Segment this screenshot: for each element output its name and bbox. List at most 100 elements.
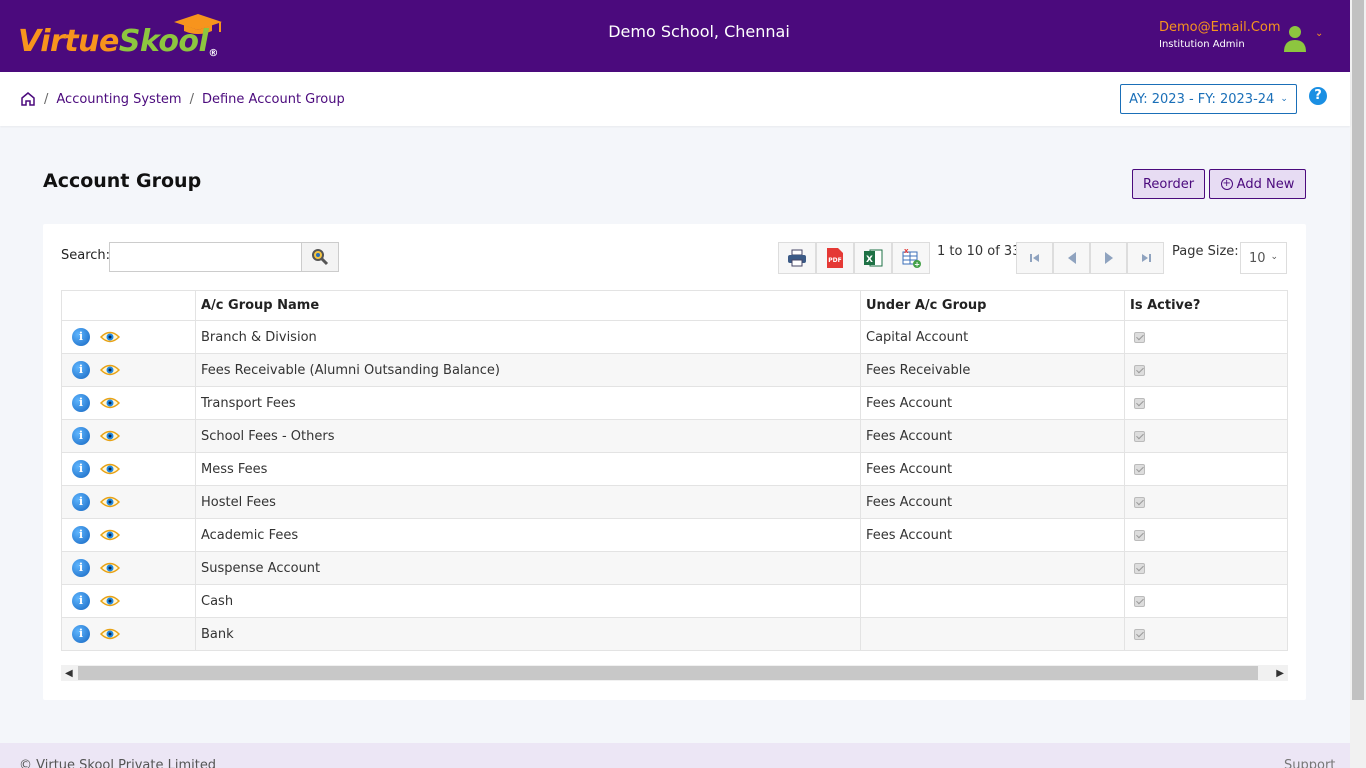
row-actions: i	[61, 353, 196, 387]
under-group-cell	[860, 551, 1125, 585]
previous-page-button[interactable]	[1053, 242, 1090, 274]
info-icon[interactable]: i	[72, 559, 90, 577]
pdf-icon: PDF	[827, 248, 843, 268]
user-role: Institution Admin	[1159, 39, 1245, 50]
column-header-under-group[interactable]: Under A/c Group	[860, 290, 1125, 321]
is-active-checkbox	[1134, 562, 1145, 574]
eye-icon[interactable]	[100, 330, 120, 344]
next-page-button[interactable]	[1090, 242, 1127, 274]
is-active-cell	[1124, 584, 1288, 618]
support-link[interactable]: Support	[1284, 758, 1335, 768]
is-active-cell	[1124, 452, 1288, 486]
scrollbar-thumb[interactable]	[78, 666, 1258, 680]
academic-year-dropdown[interactable]: AY: 2023 - FY: 2023-24 ⌄	[1120, 84, 1297, 114]
page-title: Account Group	[43, 170, 202, 192]
column-header-group-name[interactable]: A/c Group Name	[195, 290, 861, 321]
info-icon[interactable]: i	[72, 493, 90, 511]
table-row[interactable]: i Bank	[61, 617, 1288, 651]
print-button[interactable]	[778, 242, 816, 274]
search-input[interactable]	[109, 242, 302, 272]
info-icon[interactable]: i	[72, 394, 90, 412]
under-group-cell: Fees Account	[860, 386, 1125, 420]
table-row[interactable]: i Fees Receivable (Alumni Outsanding Bala…	[61, 353, 1288, 387]
chevron-down-icon: ⌄	[1270, 252, 1278, 262]
eye-icon[interactable]	[100, 495, 120, 509]
user-email: Demo@Email.Com	[1159, 20, 1281, 35]
scrollbar-thumb[interactable]	[1352, 0, 1364, 700]
table-row[interactable]: i Hostel Fees Fees Account	[61, 485, 1288, 519]
under-group-cell	[860, 584, 1125, 618]
footer: © Virtue Skool Private Limited Support	[0, 743, 1350, 768]
row-actions: i	[61, 518, 196, 552]
table-row[interactable]: i Suspense Account	[61, 551, 1288, 585]
info-icon[interactable]: i	[72, 427, 90, 445]
previous-page-icon	[1067, 252, 1076, 264]
group-name-cell: Suspense Account	[195, 551, 861, 585]
is-active-checkbox	[1134, 628, 1145, 640]
plus-circle-icon: +	[1220, 178, 1233, 190]
user-avatar-icon[interactable]	[1283, 24, 1307, 52]
eye-icon[interactable]	[100, 561, 120, 575]
info-icon[interactable]: i	[72, 526, 90, 544]
eye-icon[interactable]	[100, 627, 120, 641]
user-info[interactable]: Demo@Email.Com Institution Admin	[1159, 20, 1281, 50]
table-row[interactable]: i Mess Fees Fees Account	[61, 452, 1288, 486]
chevron-down-icon: ⌄	[1280, 94, 1288, 104]
svg-text:+: +	[914, 261, 920, 269]
breadcrumb-define-account-group[interactable]: Define Account Group	[202, 92, 345, 107]
breadcrumb-separator: /	[189, 91, 194, 107]
add-new-button[interactable]: + Add New	[1209, 169, 1306, 199]
group-name-cell: Branch & Division	[195, 320, 861, 354]
page-size-label: Page Size:	[1172, 244, 1239, 259]
reorder-button[interactable]: Reorder	[1132, 169, 1205, 199]
column-header-is-active[interactable]: Is Active?	[1124, 290, 1288, 321]
eye-icon[interactable]	[100, 396, 120, 410]
breadcrumb: / Accounting System / Define Account Gro…	[20, 91, 345, 107]
table-row[interactable]: i Cash	[61, 584, 1288, 618]
under-group-cell: Fees Account	[860, 419, 1125, 453]
table-row[interactable]: i Academic Fees Fees Account	[61, 518, 1288, 552]
eye-icon[interactable]	[100, 429, 120, 443]
first-page-button[interactable]	[1016, 242, 1053, 274]
is-active-checkbox	[1134, 595, 1145, 607]
eye-icon[interactable]	[100, 363, 120, 377]
page-size-value: 10	[1249, 250, 1266, 266]
is-active-cell	[1124, 485, 1288, 519]
info-icon[interactable]: i	[72, 460, 90, 478]
table-horizontal-scrollbar[interactable]: ◀ ▶	[61, 665, 1288, 681]
table-row[interactable]: i Transport Fees Fees Account	[61, 386, 1288, 420]
info-icon[interactable]: i	[72, 625, 90, 643]
table-header-row: A/c Group Name Under A/c Group Is Active…	[61, 290, 1288, 321]
breadcrumb-accounting-system[interactable]: Accounting System	[56, 92, 181, 107]
info-icon[interactable]: i	[72, 361, 90, 379]
row-actions: i	[61, 386, 196, 420]
help-icon[interactable]: ?	[1309, 87, 1327, 105]
info-icon[interactable]: i	[72, 328, 90, 346]
is-active-cell	[1124, 617, 1288, 651]
export-pdf-button[interactable]: PDF	[816, 242, 854, 274]
home-icon[interactable]	[20, 91, 36, 107]
eye-icon[interactable]	[100, 528, 120, 542]
last-page-button[interactable]	[1127, 242, 1164, 274]
is-active-checkbox	[1134, 364, 1145, 376]
is-active-checkbox	[1134, 430, 1145, 442]
table-row[interactable]: i Branch & Division Capital Account	[61, 320, 1288, 354]
scroll-left-arrow-icon[interactable]: ◀	[65, 668, 73, 679]
eye-icon[interactable]	[100, 462, 120, 476]
eye-icon[interactable]	[100, 594, 120, 608]
is-active-cell	[1124, 353, 1288, 387]
page-size-select[interactable]: 10 ⌄	[1240, 242, 1287, 274]
chevron-down-icon[interactable]: ⌄	[1315, 28, 1323, 39]
page-scrollbar[interactable]	[1350, 0, 1366, 768]
info-icon[interactable]: i	[72, 592, 90, 610]
group-name-cell: Fees Receivable (Alumni Outsanding Balan…	[195, 353, 861, 387]
export-excel-button[interactable]: X	[854, 242, 892, 274]
search-button[interactable]	[301, 242, 339, 272]
group-name-cell: School Fees - Others	[195, 419, 861, 453]
table-row[interactable]: i School Fees - Others Fees Account	[61, 419, 1288, 453]
column-chooser-button[interactable]: x +	[892, 242, 930, 274]
scroll-right-arrow-icon[interactable]: ▶	[1276, 668, 1284, 679]
search-icon	[312, 249, 329, 266]
is-active-checkbox	[1134, 529, 1145, 541]
page-info: 1 to 10 of 33	[937, 244, 1021, 259]
